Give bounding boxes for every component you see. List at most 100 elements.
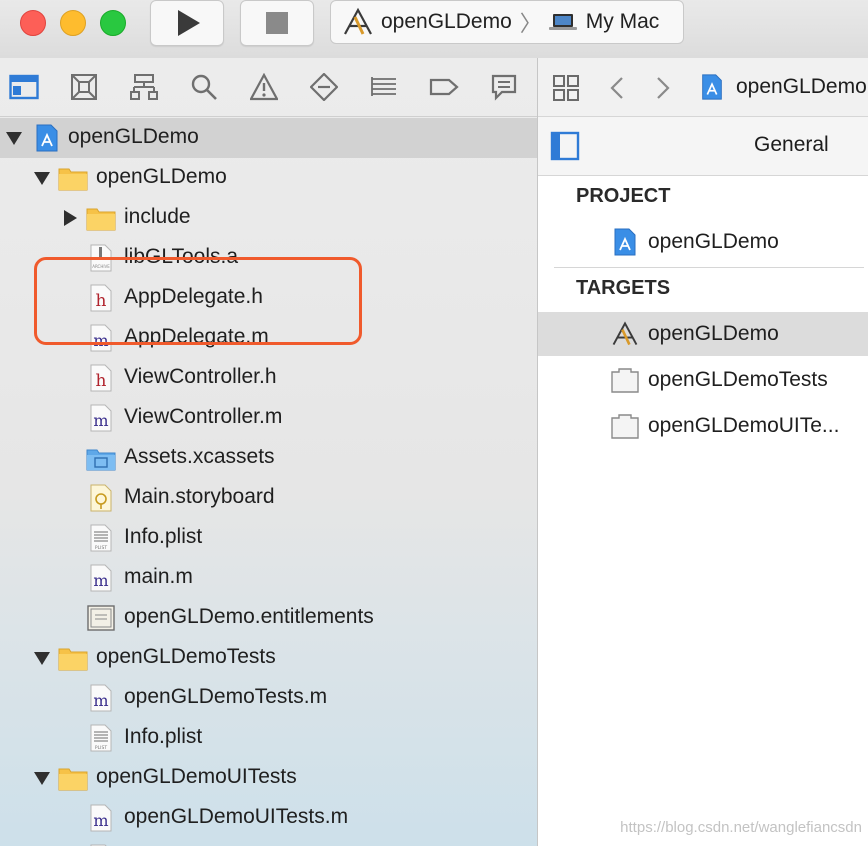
tree-row-file[interactable]: m openGLDemoUITests.m [0,798,537,838]
tree-row-label: Info.plist [124,725,203,748]
tree-row-label: Main.storyboard [124,485,275,508]
tree-row-label: main.m [124,565,193,588]
debug-navigator-icon[interactable] [369,72,399,102]
target-list-item[interactable]: openGLDemo [538,312,868,356]
objc-file-icon: m [90,684,112,712]
breakpoint-navigator-icon[interactable] [429,72,459,102]
scheme-target-label: openGLDemo [381,10,512,33]
tree-row-group[interactable]: include [0,198,537,238]
watermark-text: https://blog.csdn.net/wanglefiancsdn [620,819,862,836]
tree-row-project[interactable]: openGLDemo [0,118,537,158]
target-list-item[interactable]: openGLDemoUITe... [538,404,868,448]
objc-file-icon: m [90,564,112,592]
scheme-selector[interactable]: openGLDemo 〉 My Mac [330,0,684,44]
editor-tab-bar: General [538,117,868,176]
window-toolbar: openGLDemo 〉 My Mac [0,0,868,59]
zoom-window-button[interactable] [100,10,126,36]
minimize-window-button[interactable] [60,10,86,36]
tree-row-file-partial[interactable] [0,838,537,846]
target-label: openGLDemoTests [648,368,828,391]
folder-icon [58,168,88,191]
tree-row-group[interactable]: openGLDemoUITests [0,758,537,798]
header-file-icon: h [90,364,112,392]
tree-row-file[interactable]: openGLDemo.entitlements [0,598,537,638]
project-editor: openGLDemo General PROJECT openGLDemo TA… [538,58,868,846]
tab-general[interactable]: General [754,133,829,157]
tree-row-file[interactable]: Main.storyboard [0,478,537,518]
tree-row-group[interactable]: openGLDemoTests [0,638,537,678]
test-bundle-icon [611,414,639,439]
svg-text:m: m [93,691,108,710]
close-window-button[interactable] [20,10,46,36]
tree-row-label: openGLDemo [68,125,199,148]
folder-icon [58,648,88,671]
disclosure-triangle-icon[interactable] [6,132,22,145]
tree-row-label: ViewController.m [124,405,283,428]
project-section-header: PROJECT [576,185,671,207]
tree-row-label: ViewController.h [124,365,277,388]
stop-button[interactable] [240,0,314,46]
storyboard-icon [90,484,112,512]
test-navigator-icon[interactable] [309,72,339,102]
disclosure-triangle-icon[interactable] [64,210,77,226]
tree-row-file[interactable]: m openGLDemoTests.m [0,678,537,718]
svg-text:m: m [93,571,108,590]
project-file-icon [36,124,58,152]
issue-navigator-icon[interactable] [249,72,279,102]
plist-file-icon: PLIST [90,724,112,752]
tree-row-file[interactable]: PLIST Info.plist [0,518,537,558]
scheme-device-label: My Mac [585,10,660,33]
navigator-tab-bar [0,58,537,117]
tree-row-label: openGLDemoUITests.m [124,805,349,828]
tree-row-label: Info.plist [124,525,203,548]
objc-file-icon: m [90,804,112,832]
hide-targets-sidebar-icon[interactable] [550,131,580,161]
disclosure-triangle-icon[interactable] [34,652,50,665]
entitlements-file-icon [87,605,115,631]
tree-row-file[interactable]: m ViewController.m [0,398,537,438]
related-items-icon[interactable] [552,74,580,102]
tree-row-label: openGLDemo.entitlements [124,605,374,628]
tree-row-label: openGLDemo [96,165,227,188]
section-divider [554,267,864,268]
project-file-icon [702,74,722,100]
source-control-icon[interactable] [69,72,99,102]
tree-row-label: include [124,205,191,228]
folder-icon [86,208,116,231]
tree-row-group[interactable]: openGLDemo [0,158,537,198]
tree-row-file[interactable]: m main.m [0,558,537,598]
tree-row-label: openGLDemoUITests [96,765,297,788]
tree-row-label: openGLDemoTests.m [124,685,328,708]
back-arrow-icon[interactable] [608,76,626,100]
laptop-icon [548,14,577,30]
project-navigator: openGLDemo openGLDemo include ARCHIVE li… [0,58,538,846]
tree-row-file[interactable]: PLIST Info.plist [0,718,537,758]
plist-file-icon: PLIST [90,524,112,552]
run-button[interactable] [150,0,224,46]
forward-arrow-icon[interactable] [654,76,672,100]
app-target-icon [612,321,638,346]
folder-icon [58,768,88,791]
tree-row-file[interactable]: h ViewController.h [0,358,537,398]
project-item-label: openGLDemo [648,230,779,253]
target-label: openGLDemoUITe... [648,414,840,437]
app-target-icon [344,7,372,35]
tree-row-file[interactable]: Assets.xcassets [0,438,537,478]
tree-row-label: Assets.xcassets [124,445,275,468]
report-navigator-icon[interactable] [489,72,519,102]
disclosure-triangle-icon[interactable] [34,172,50,185]
target-list-item[interactable]: openGLDemoTests [538,358,868,402]
jump-bar-file-label[interactable]: openGLDemo [736,75,867,99]
symbol-navigator-icon[interactable] [129,72,159,102]
stop-icon [266,12,288,34]
svg-text:h: h [96,371,107,391]
disclosure-triangle-icon[interactable] [34,772,50,785]
jump-bar: openGLDemo [538,58,868,117]
project-navigator-icon[interactable] [9,72,39,102]
find-navigator-icon[interactable] [189,72,219,102]
project-list-item[interactable]: openGLDemo [538,220,868,264]
project-file-icon [614,228,636,256]
svg-text:PLIST: PLIST [95,745,107,751]
asset-catalog-icon [86,449,116,471]
test-bundle-icon [611,368,639,393]
